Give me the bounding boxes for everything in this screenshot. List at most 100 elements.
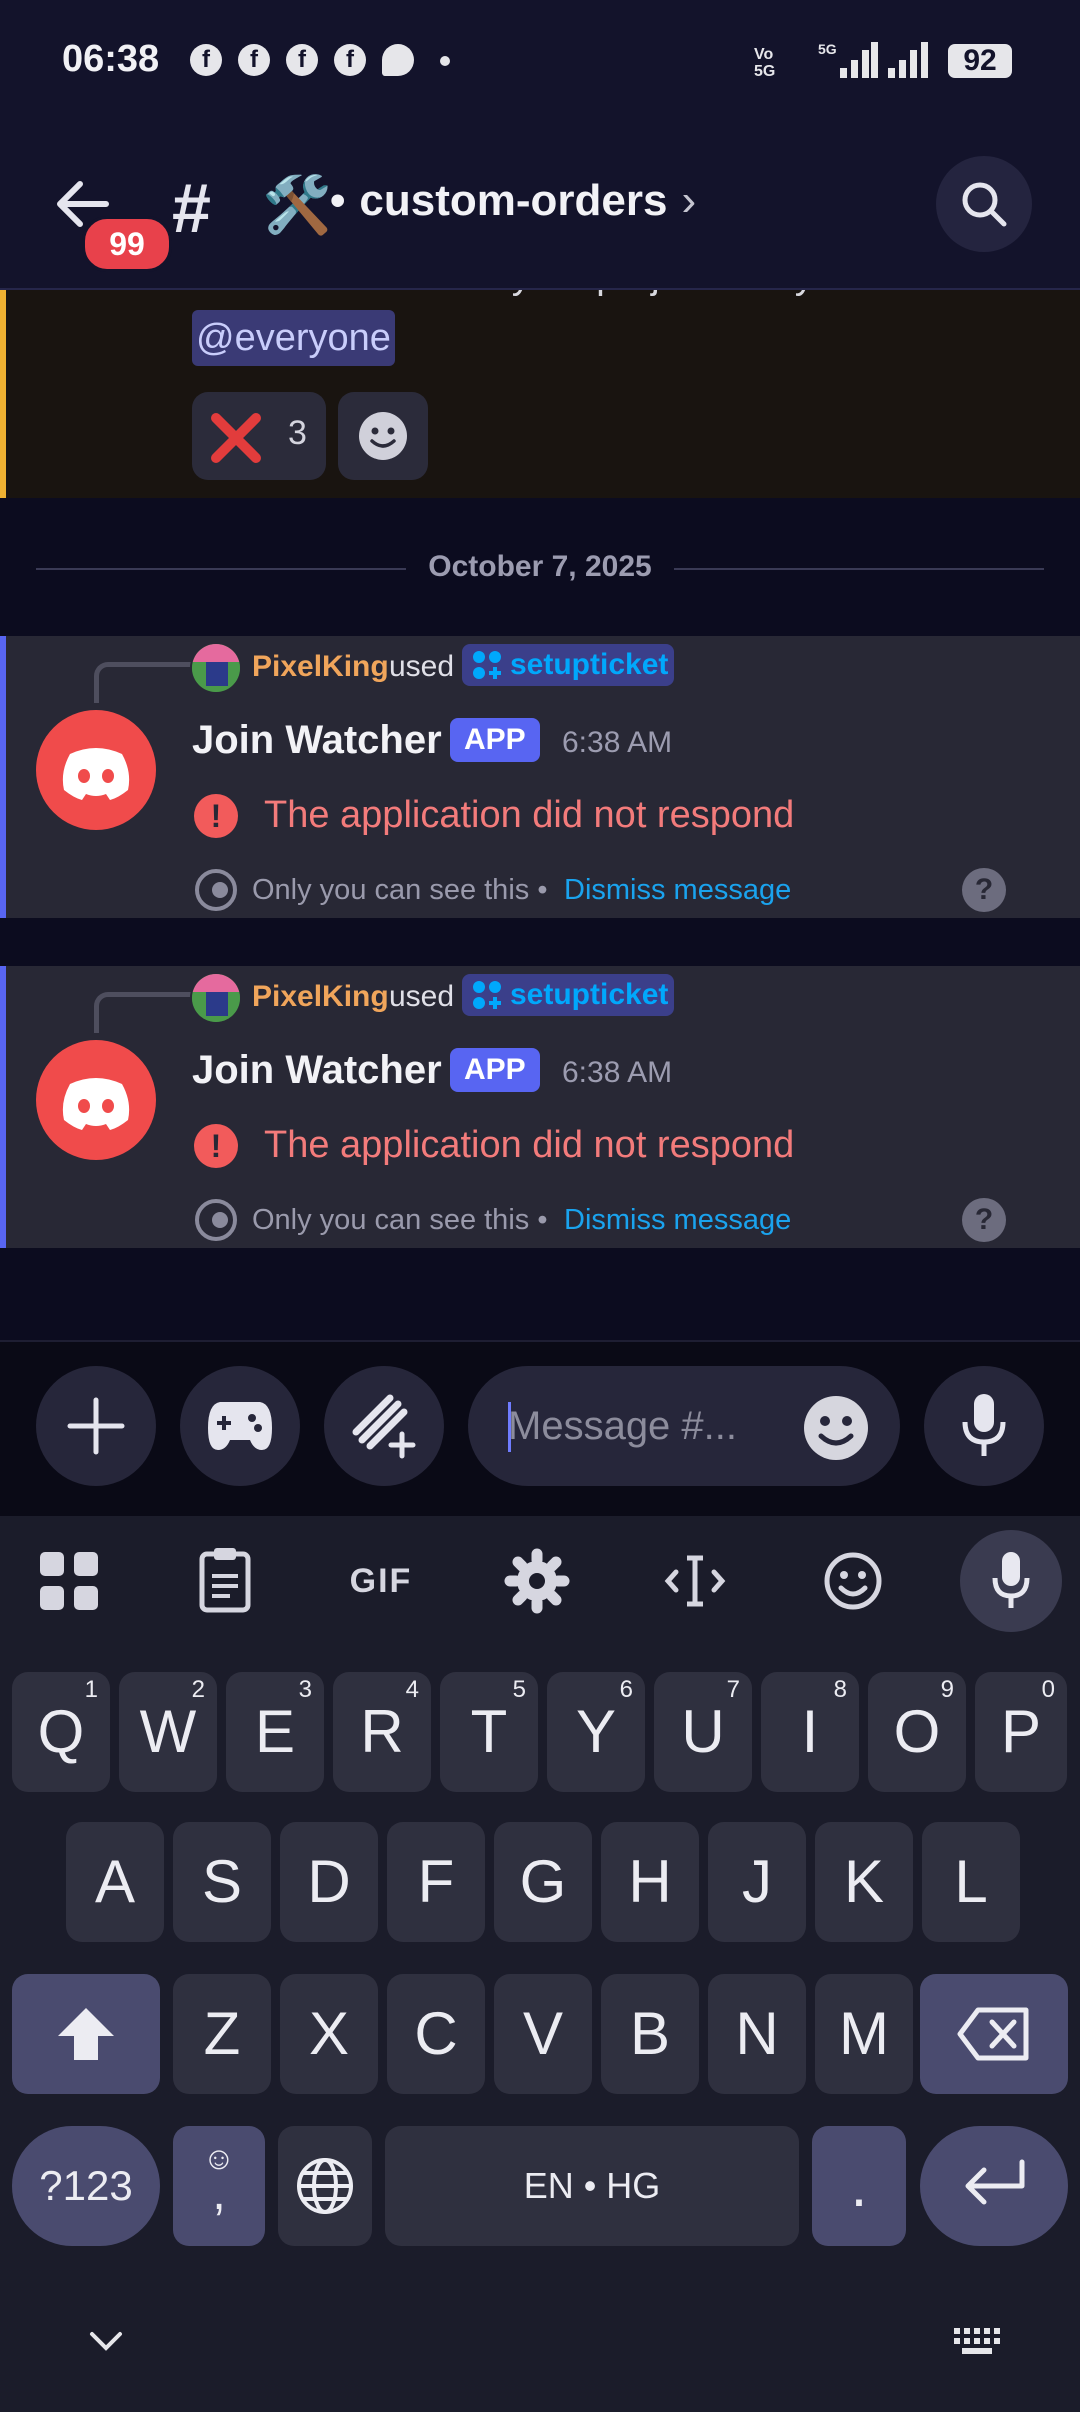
channel-name: custom-orders	[359, 176, 668, 225]
backspace-key[interactable]	[920, 1974, 1068, 2094]
key-q[interactable]: Q1	[12, 1672, 110, 1792]
key-j[interactable]: J	[708, 1822, 806, 1942]
emoji-icon[interactable]	[812, 1540, 894, 1622]
key-f[interactable]: F	[387, 1822, 485, 1942]
mic-icon	[960, 1392, 1008, 1460]
search-button[interactable]	[936, 156, 1032, 252]
error-icon: !	[194, 1124, 238, 1168]
key-m[interactable]: M	[815, 1974, 913, 2094]
app-tag: APP	[450, 1048, 540, 1092]
gamepad-icon	[206, 1398, 274, 1454]
reply-username[interactable]: PixelKing	[252, 650, 389, 684]
symbols-key[interactable]: ?123	[12, 2126, 160, 2246]
date-separator: October 7, 2025	[428, 550, 652, 583]
plus-icon	[66, 1396, 126, 1456]
mic-icon	[991, 1550, 1031, 1612]
key-h[interactable]: H	[601, 1822, 699, 1942]
language-key[interactable]	[278, 2126, 372, 2246]
key-o[interactable]: O9	[868, 1672, 966, 1792]
dismiss-message-link[interactable]: Dismiss message	[564, 874, 791, 907]
error-message: The application did not respond	[264, 794, 795, 836]
key-r[interactable]: R4	[333, 1672, 431, 1792]
author-name[interactable]: Join Watcher	[192, 718, 442, 763]
author-name[interactable]: Join Watcher	[192, 1048, 442, 1093]
voice-message-button[interactable]	[924, 1366, 1044, 1486]
command-name: setupticket	[510, 978, 669, 1011]
attach-button[interactable]	[36, 1366, 156, 1486]
cursor-move-icon[interactable]	[654, 1540, 736, 1622]
key-d[interactable]: D	[280, 1822, 378, 1942]
enter-icon	[958, 2156, 1030, 2216]
facebook-icon: f	[190, 44, 222, 76]
ephemeral-note: Only you can see this •	[252, 874, 548, 906]
text-caret	[508, 1402, 511, 1452]
key-t[interactable]: T5	[440, 1672, 538, 1792]
key-s[interactable]: S	[173, 1822, 271, 1942]
help-icon[interactable]: ?	[962, 868, 1006, 912]
ephemeral-note: Only you can see this •	[252, 1204, 548, 1236]
reply-connector	[94, 662, 193, 703]
period-key[interactable]: .	[812, 2126, 906, 2246]
gif-icon[interactable]: GIF	[340, 1540, 422, 1622]
shift-key[interactable]	[12, 1974, 160, 2094]
bot-avatar[interactable]	[36, 1040, 156, 1160]
channel-title[interactable]: • custom-orders ›	[330, 176, 696, 226]
key-y[interactable]: Y6	[547, 1672, 645, 1792]
clipboard-icon[interactable]	[184, 1540, 266, 1622]
key-z[interactable]: Z	[173, 1974, 271, 2094]
comma-key[interactable]: ☺ ,	[173, 2126, 265, 2246]
key-l[interactable]: L	[922, 1822, 1020, 1942]
timestamp: 6:38 AM	[562, 1056, 673, 1089]
help-icon[interactable]: ?	[962, 1198, 1006, 1242]
error-message: The application did not respond	[264, 1124, 795, 1166]
search-icon	[958, 178, 1010, 230]
key-x[interactable]: X	[280, 1974, 378, 2094]
everyone-mention[interactable]: @everyone	[192, 310, 395, 366]
avatar[interactable]	[190, 642, 242, 694]
chevron-down-icon[interactable]	[86, 2326, 126, 2356]
key-v[interactable]: V	[494, 1974, 592, 2094]
keyboard-mic-button[interactable]	[960, 1530, 1062, 1632]
enter-key[interactable]	[920, 2126, 1068, 2246]
message-placeholder: Message #...	[508, 1404, 738, 1448]
apps-grid-icon[interactable]	[28, 1540, 110, 1622]
battery-indicator: 92	[948, 44, 1012, 78]
avatar[interactable]	[190, 972, 242, 1024]
key-e[interactable]: E3	[226, 1672, 324, 1792]
key-n[interactable]: N	[708, 1974, 806, 2094]
separator-dot: •	[330, 176, 346, 225]
key-b[interactable]: B	[601, 1974, 699, 2094]
key-i[interactable]: I8	[761, 1672, 859, 1792]
command-name: setupticket	[510, 648, 669, 681]
slash-command[interactable]: setupticket	[462, 644, 675, 686]
add-reaction-button[interactable]	[338, 392, 428, 480]
eye-icon	[194, 1198, 238, 1242]
bot-avatar[interactable]	[36, 710, 156, 830]
slash-command[interactable]: setupticket	[462, 974, 675, 1016]
keyboard-nav-bar	[0, 2288, 1080, 2412]
reply-used-label: used	[389, 650, 455, 683]
emoji-picker-button[interactable]	[802, 1394, 870, 1462]
keyboard-switch-icon[interactable]	[952, 2326, 1000, 2358]
key-w[interactable]: W2	[119, 1672, 217, 1792]
key-k[interactable]: K	[815, 1822, 913, 1942]
key-c[interactable]: C	[387, 1974, 485, 2094]
ephemeral-bar	[0, 966, 6, 1248]
messenger-icon	[382, 44, 414, 76]
settings-icon[interactable]	[496, 1540, 578, 1622]
key-u[interactable]: U7	[654, 1672, 752, 1792]
activities-button[interactable]	[180, 1366, 300, 1486]
key-g[interactable]: G	[494, 1822, 592, 1942]
key-a[interactable]: A	[66, 1822, 164, 1942]
space-key[interactable]: EN • HG	[385, 2126, 799, 2246]
backspace-icon	[956, 2006, 1032, 2062]
on-screen-keyboard	[0, 1516, 1080, 2412]
command-icon	[470, 648, 504, 682]
dismiss-message-link[interactable]: Dismiss message	[564, 1204, 791, 1237]
app-commands-button[interactable]	[324, 1366, 444, 1486]
key-p[interactable]: P0	[975, 1672, 1067, 1792]
comma-label: ,	[212, 2167, 226, 2220]
reply-username[interactable]: PixelKing	[252, 980, 389, 1014]
channel-emoji: 🛠️	[262, 173, 332, 236]
highlight-bar	[0, 288, 6, 498]
